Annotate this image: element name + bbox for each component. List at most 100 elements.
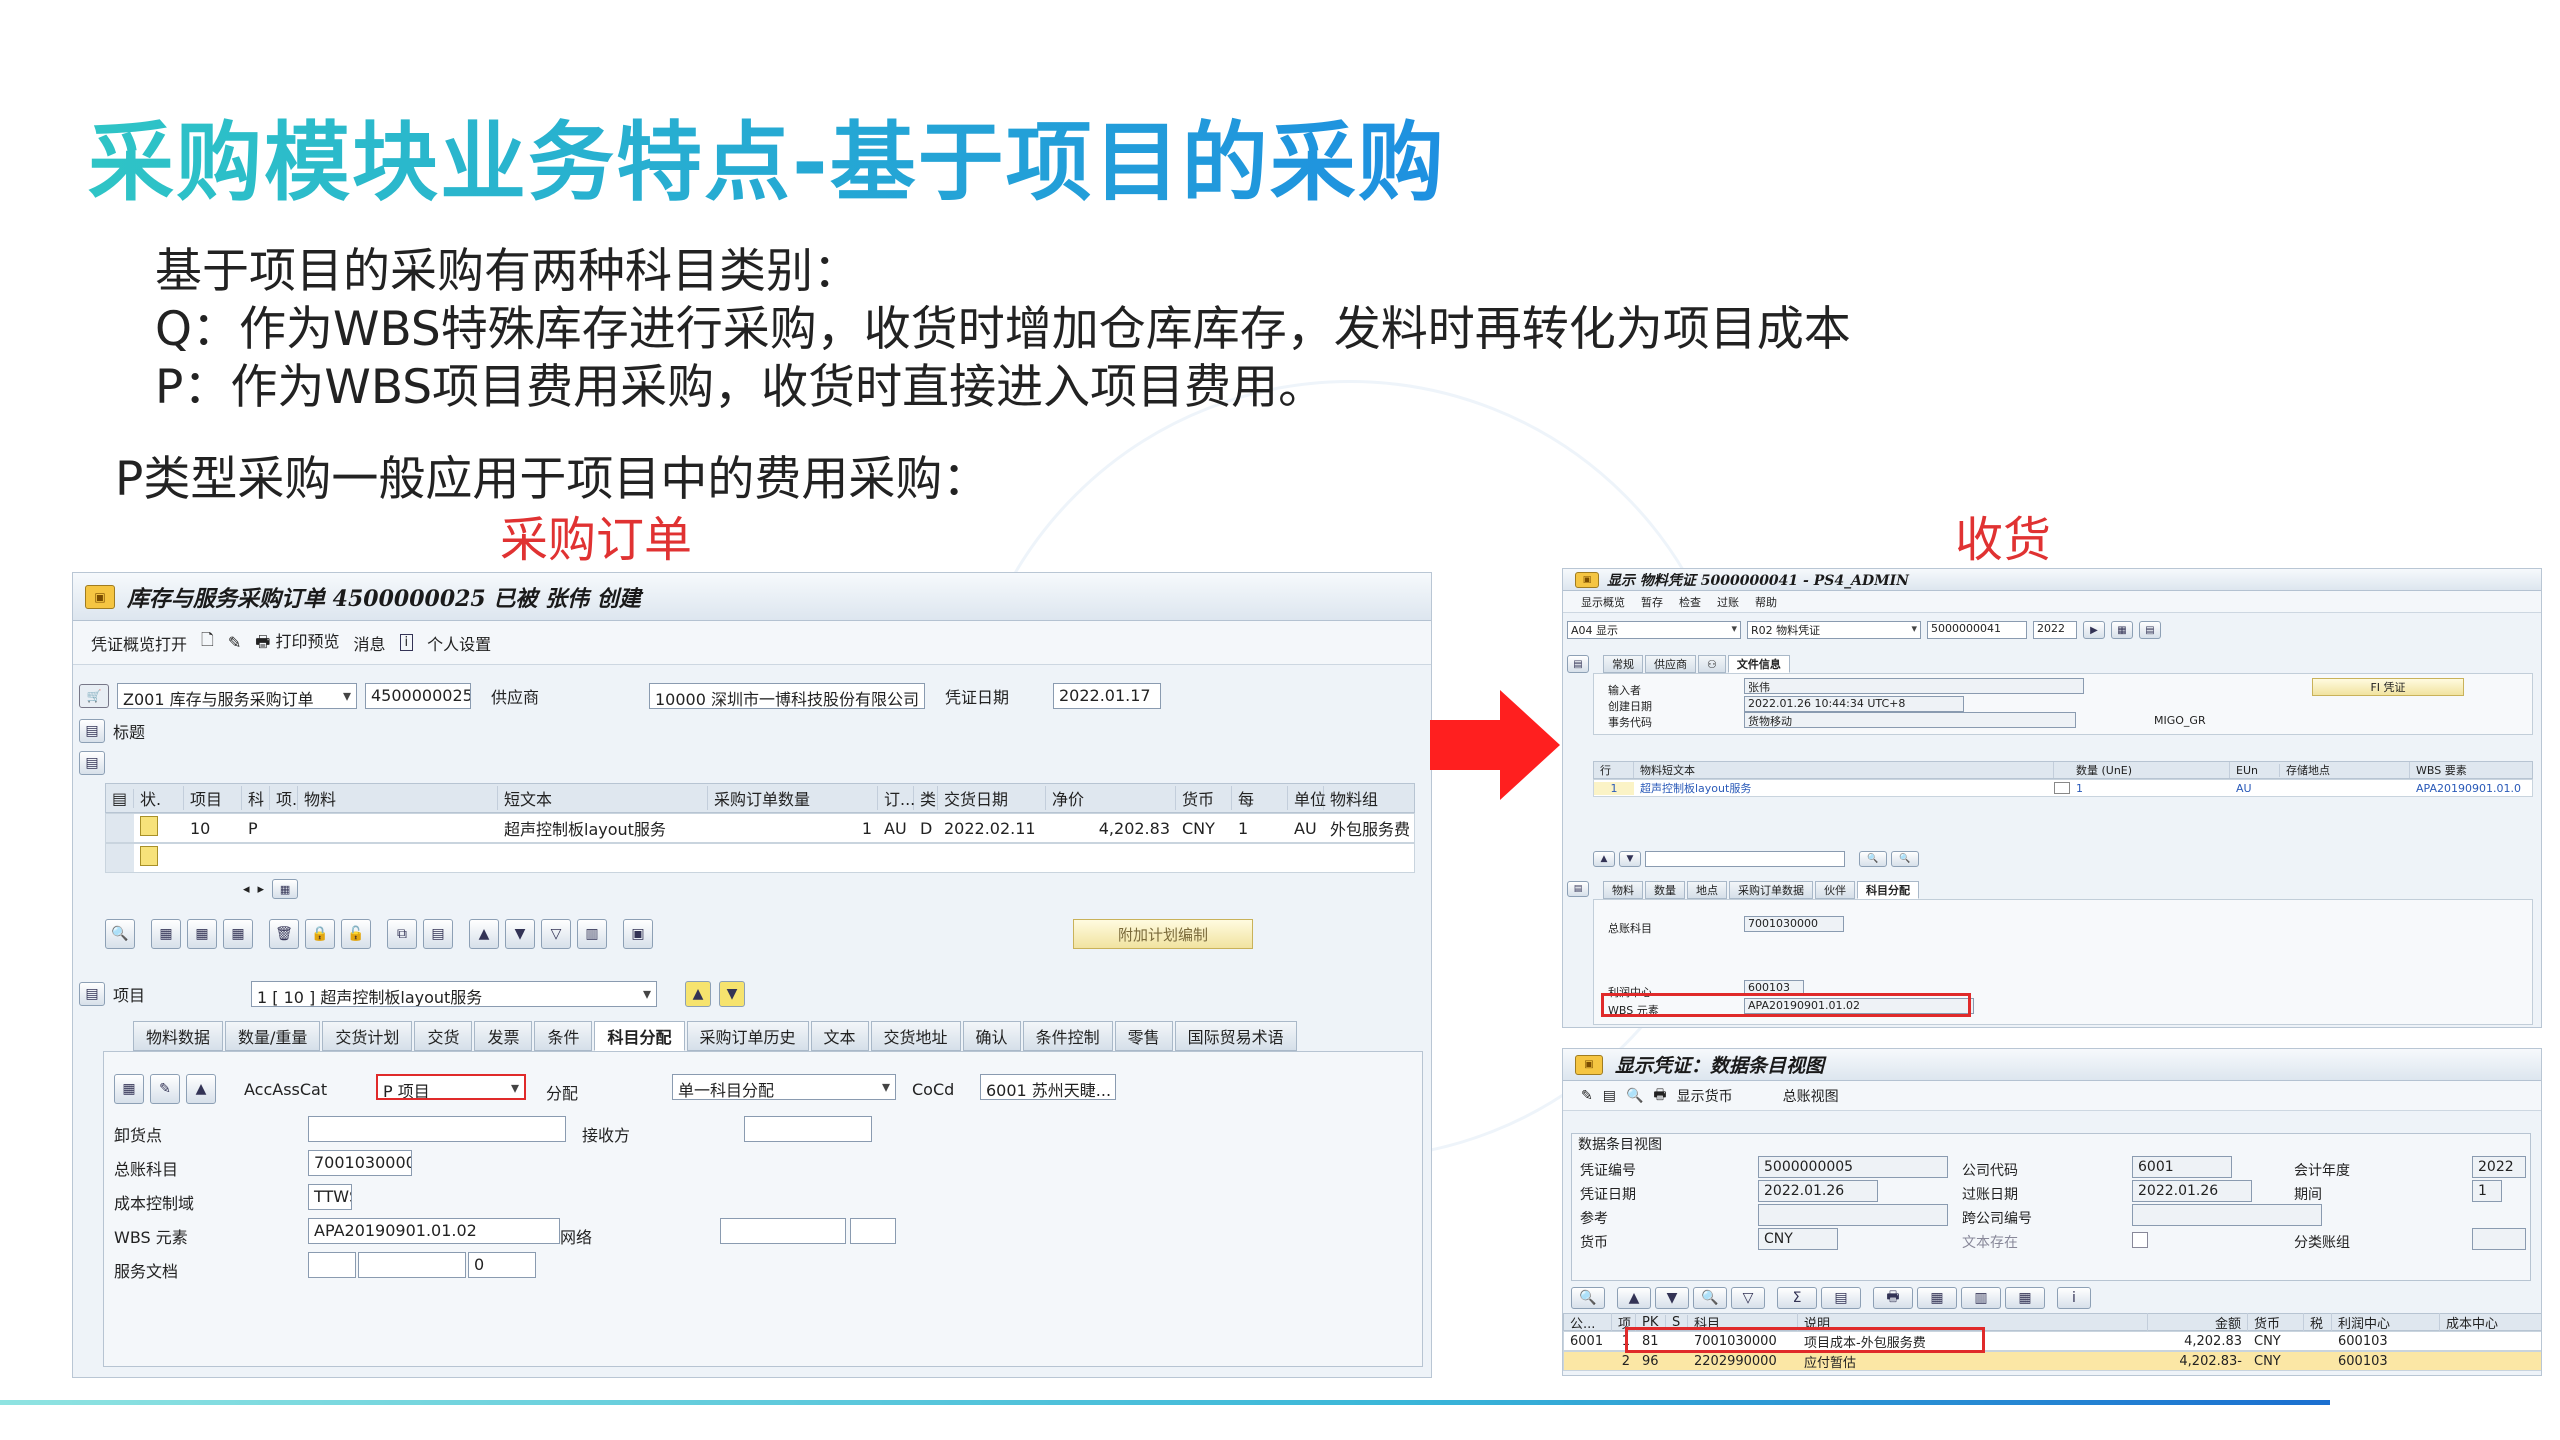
fi-display-currency-button[interactable]: 显示货币	[1677, 1086, 1733, 1106]
cart-icon[interactable]: 🛒	[79, 684, 109, 708]
cell-type[interactable]: D	[914, 819, 938, 838]
po-item-row[interactable]: 10 P 超声控制板layout服务 1 AU D 2022.02.11 4,2…	[105, 813, 1415, 843]
gr-execute-icon[interactable]: ▶	[2083, 621, 2105, 639]
layout-icon[interactable]: ▥	[577, 919, 607, 949]
new-doc-icon[interactable]: 🗋	[201, 629, 214, 656]
gr-collapse-detail-icon[interactable]: ▤	[1567, 881, 1589, 897]
vendor-field[interactable]: 10000 深圳市一博科技股份有限公司	[649, 683, 925, 709]
network-field[interactable]	[720, 1218, 846, 1244]
tab-delivery-address[interactable]: 交货地址	[870, 1021, 961, 1051]
fi-grid-settings-icon[interactable]: ▦	[2005, 1287, 2045, 1309]
details-icon[interactable]: 🔍	[105, 919, 135, 949]
gr-hold-button[interactable]: 暂存	[1641, 594, 1663, 610]
gr-tab-partner[interactable]: ⚇	[1698, 655, 1726, 673]
fi-print-icon[interactable]: 🖶	[1653, 1084, 1666, 1108]
fi-sort-desc-icon[interactable]: ▼	[1655, 1287, 1689, 1309]
fi-edit-icon[interactable]: ✎	[1581, 1088, 1593, 1104]
tab-retail[interactable]: 零售	[1114, 1021, 1173, 1051]
copy-icon[interactable]: ⧉	[387, 919, 417, 949]
gr-check-button[interactable]: 检查	[1679, 594, 1701, 610]
lock-icon[interactable]: 🔒	[305, 919, 335, 949]
cocode-select[interactable]: 6001 苏州天睫...	[980, 1074, 1116, 1100]
gr-doc-number-field[interactable]: 5000000041	[1927, 621, 2027, 639]
tab-po-history[interactable]: 采购订单历史	[686, 1021, 809, 1051]
gr-post-button[interactable]: 过账	[1717, 594, 1739, 610]
tab-invoice[interactable]: 发票	[474, 1021, 533, 1051]
gl-account-field[interactable]: 7001030000	[308, 1150, 412, 1176]
cell-delivery-date[interactable]: 2022.02.11	[938, 819, 1046, 838]
gr-help-button[interactable]: 帮助	[1755, 594, 1777, 610]
gr-overview-button[interactable]: 显示概览	[1581, 594, 1625, 610]
service-doc-number-field[interactable]: 0	[468, 1252, 536, 1278]
additional-planning-button[interactable]: 附加计划编制	[1073, 919, 1253, 949]
tab-account-assignment[interactable]: 科目分配	[594, 1021, 685, 1051]
unloading-point-field[interactable]	[308, 1116, 566, 1142]
personal-settings-button[interactable]: 个人设置	[427, 631, 491, 655]
scroll-right-icon[interactable]: ▸	[258, 882, 265, 897]
fi-gl-view-button[interactable]: 总账视图	[1783, 1086, 1839, 1106]
gr-find-next-icon[interactable]: 🔍	[1891, 851, 1919, 867]
info-icon[interactable]: i	[399, 634, 414, 651]
gr-collapse-header-icon[interactable]: ▤	[1567, 655, 1589, 673]
cell-material-group[interactable]: 外包服务费	[1324, 816, 1414, 840]
sap-menu-icon[interactable]: ▣	[1575, 571, 1599, 588]
cell-short-text[interactable]: 超声控制板layout服务	[498, 816, 708, 840]
tab-texts[interactable]: 文本	[810, 1021, 869, 1051]
gr-tab-account-assignment[interactable]: 科目分配	[1857, 881, 1919, 899]
doc-date-field[interactable]: 2022.01.17	[1053, 683, 1161, 709]
fi-doc-icon[interactable]: ▤	[1603, 1088, 1616, 1104]
po-empty-row[interactable]	[105, 843, 1415, 873]
doc-type-select[interactable]: Z001 库存与服务采购订单	[117, 683, 357, 709]
tab-delivery-schedule[interactable]: 交货计划	[322, 1021, 413, 1051]
tab-delivery[interactable]: 交货	[414, 1021, 473, 1051]
gr-tab-material[interactable]: 物料	[1603, 881, 1643, 899]
cell-currency[interactable]: CNY	[1176, 819, 1232, 838]
gr-find-icon[interactable]: 🔍	[1859, 851, 1887, 867]
cell-net-price[interactable]: 4,202.83	[1046, 819, 1176, 838]
messages-button[interactable]: 消息	[354, 631, 386, 655]
cell-order-unit[interactable]: AU	[878, 819, 914, 838]
gr-tab-po-data[interactable]: 采购订单数据	[1729, 881, 1813, 899]
prev-item-icon[interactable]: ▲	[685, 981, 711, 1007]
fi-find-icon[interactable]: 🔍	[1693, 1287, 1727, 1309]
gr-sort-up-icon[interactable]: ▲	[1593, 851, 1615, 867]
gr-sort-down-icon[interactable]: ▼	[1619, 851, 1641, 867]
cell-item[interactable]: 10	[184, 819, 242, 838]
deselect-icon[interactable]: ▦	[223, 919, 253, 949]
gr-cell-wbs[interactable]: APA20190901.01.0	[2410, 782, 2530, 795]
fi-document-button[interactable]: FI 凭证	[2312, 678, 2464, 696]
fi-sum-icon[interactable]: Σ	[1777, 1287, 1817, 1309]
delete-icon[interactable]: 🗑	[269, 919, 299, 949]
tab-confirmations[interactable]: 确认	[962, 1021, 1021, 1051]
fi-filter-icon[interactable]: ▽	[1731, 1287, 1765, 1309]
select-all-icon[interactable]: ▦	[151, 919, 181, 949]
collapse-items-icon[interactable]: ▤	[79, 751, 105, 775]
collapse-detail-icon[interactable]: ▤	[79, 982, 105, 1006]
tab-quantity-weight[interactable]: 数量/重量	[225, 1021, 321, 1051]
gr-other-icon[interactable]: ▤	[2139, 621, 2161, 639]
gr-tab-doc-info[interactable]: 文件信息	[1727, 655, 1790, 673]
sap-menu-icon[interactable]: ▣	[85, 584, 115, 609]
fi-details-icon[interactable]: 🔍	[1571, 1287, 1605, 1309]
fi-print-icon[interactable]: 🖶	[1873, 1287, 1913, 1309]
cell-unit[interactable]: AU	[1288, 819, 1324, 838]
gr-type-select[interactable]: R02 物料凭证	[1747, 621, 1921, 639]
item-select[interactable]: 1 [ 10 ] 超声控制板layout服务	[251, 981, 657, 1007]
toolbar-overview-button[interactable]: 凭证概览打开	[91, 631, 187, 655]
gr-mode-select[interactable]: A04 显示	[1567, 621, 1741, 639]
fi-search-icon[interactable]: 🔍	[1626, 1088, 1643, 1104]
filter-icon[interactable]: ▼	[505, 919, 535, 949]
scroll-left-icon[interactable]: ◂	[243, 882, 250, 897]
row-selector[interactable]	[106, 814, 134, 842]
expand-header-icon[interactable]: ▤	[79, 719, 105, 743]
multiple-acct-icon[interactable]: ▲	[186, 1074, 216, 1104]
gr-cell-qty[interactable]: 1	[2070, 782, 2230, 795]
wbs-element-field[interactable]: APA20190901.01.02	[308, 1218, 560, 1244]
fi-export-icon[interactable]: ▥	[1961, 1287, 2001, 1309]
next-item-icon[interactable]: ▼	[719, 981, 745, 1007]
cell-per[interactable]: 1	[1232, 819, 1288, 838]
controlling-area-field[interactable]: TTWS	[308, 1184, 352, 1210]
grid-settings-icon[interactable]: ▦	[272, 879, 299, 899]
fi-line-row[interactable]: 2 96 2202990000 应付暂估 4,202.83- CNY 60010…	[1563, 1351, 2541, 1371]
fi-info-icon[interactable]: i	[2057, 1287, 2091, 1309]
